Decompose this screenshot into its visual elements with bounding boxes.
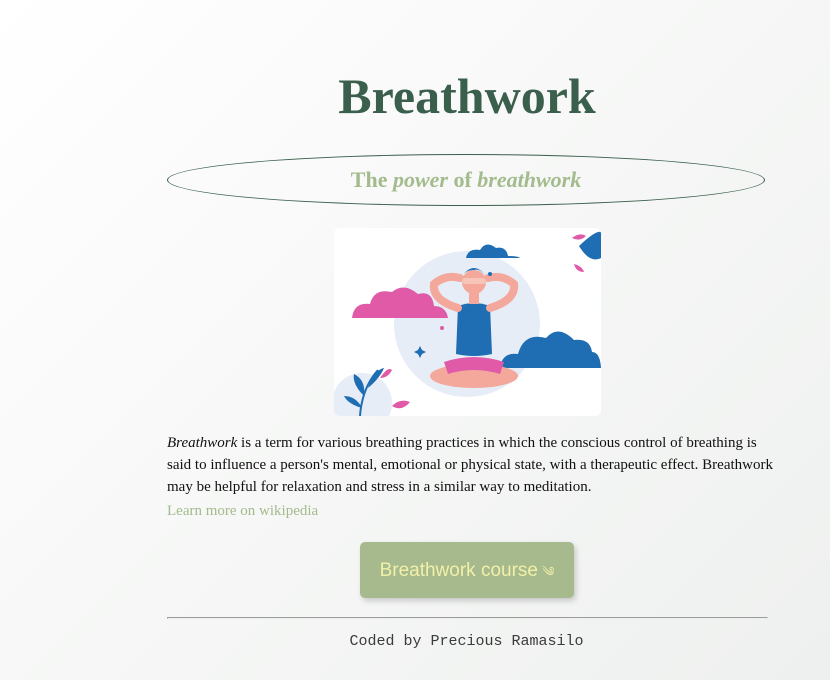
subtitle-oval: The power of breathwork <box>167 154 765 206</box>
subtitle-the: The <box>350 167 388 192</box>
subtitle-breathwork: breathwork <box>477 167 582 192</box>
description-paragraph: Breathwork is a term for various breathi… <box>167 432 777 498</box>
description-term: Breathwork <box>167 435 238 451</box>
divider <box>167 617 768 619</box>
wikipedia-link[interactable]: Learn more on wikipedia <box>167 503 318 520</box>
hero-image <box>334 228 601 416</box>
page-title: Breathwork <box>338 68 596 124</box>
course-button-label: Breathwork course <box>379 560 538 581</box>
subtitle-of: of <box>453 167 472 192</box>
description-body: is a term for various breathing practice… <box>167 435 773 495</box>
wind-icon: ༄ <box>541 564 555 579</box>
footer-credit: Coded by Precious Ramasilo <box>349 633 584 650</box>
subtitle-power: power <box>392 167 448 192</box>
breathwork-course-button[interactable]: Breathwork course ༄ <box>360 542 574 598</box>
meditation-illustration-icon <box>334 231 601 416</box>
